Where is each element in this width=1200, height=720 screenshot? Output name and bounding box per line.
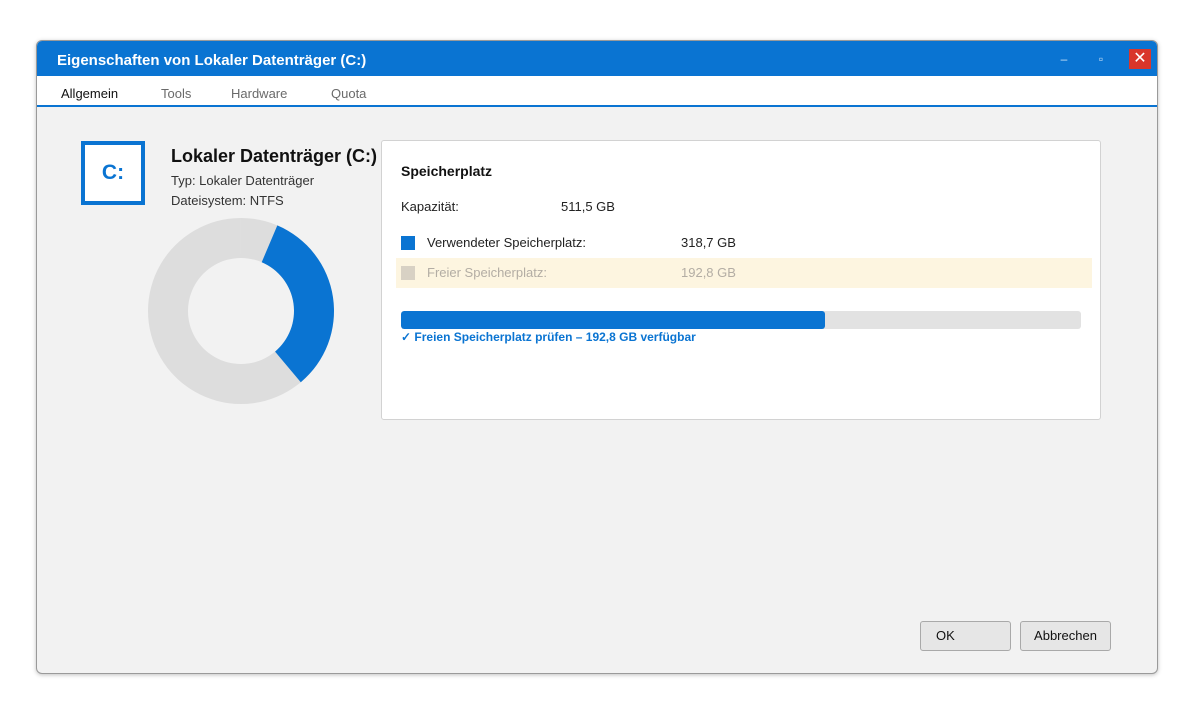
usage-donut-chart [148,218,334,404]
capacity-value: 511,5 GB [561,199,615,214]
ok-button-label: OK [936,628,955,643]
drive-type: Typ: Lokaler Datenträger [171,173,315,188]
storage-panel-title: Speicherplatz [401,163,493,179]
ok-button[interactable]: OK [920,621,1011,651]
drive-icon: C: [81,141,145,205]
capacity-label: Kapazität: [401,199,459,214]
usage-progress-fill [401,311,825,329]
free-space-label: Freier Speicherplatz: [427,265,547,280]
free-space-value: 192,8 GB [681,265,736,280]
close-button[interactable]: ✕ [1129,49,1151,69]
used-space-value: 318,7 GB [681,235,736,250]
storage-panel: Speicherplatz Kapazität: 511,5 GB Verwen… [381,140,1101,420]
properties-window: Eigenschaften von Lokaler Datenträger (C… [36,40,1158,674]
window-title: Eigenschaften von Lokaler Datenträger (C… [57,52,367,69]
free-space-row: Freier Speicherplatz: 192,8 GB [396,258,1092,288]
tab-tools[interactable]: Tools [161,86,191,101]
tab-quota[interactable]: Quota [331,86,366,101]
tab-hardware[interactable]: Hardware [231,86,287,101]
used-swatch-icon [401,236,415,250]
used-space-row: Verwendeter Speicherplatz: 318,7 GB [396,229,1092,257]
tab-allgemein[interactable]: Allgemein [61,86,118,101]
minimize-button[interactable]: – [1053,49,1075,69]
drive-filesystem: Dateisystem: NTFS [171,193,284,208]
check-free-space-link[interactable]: ✓ Freien Speicherplatz prüfen – 192,8 GB… [401,330,696,344]
maximize-button[interactable]: ▫ [1090,49,1112,69]
usage-progress-bar [401,311,1081,329]
drive-name: Lokaler Datenträger (C:) [171,146,378,166]
title-bar[interactable]: Eigenschaften von Lokaler Datenträger (C… [37,41,1157,76]
free-swatch-icon [401,266,415,280]
tab-bar: Allgemein Tools Hardware Quota [37,76,1157,107]
cancel-button[interactable]: Abbrechen [1020,621,1111,651]
used-space-label: Verwendeter Speicherplatz: [427,235,586,250]
